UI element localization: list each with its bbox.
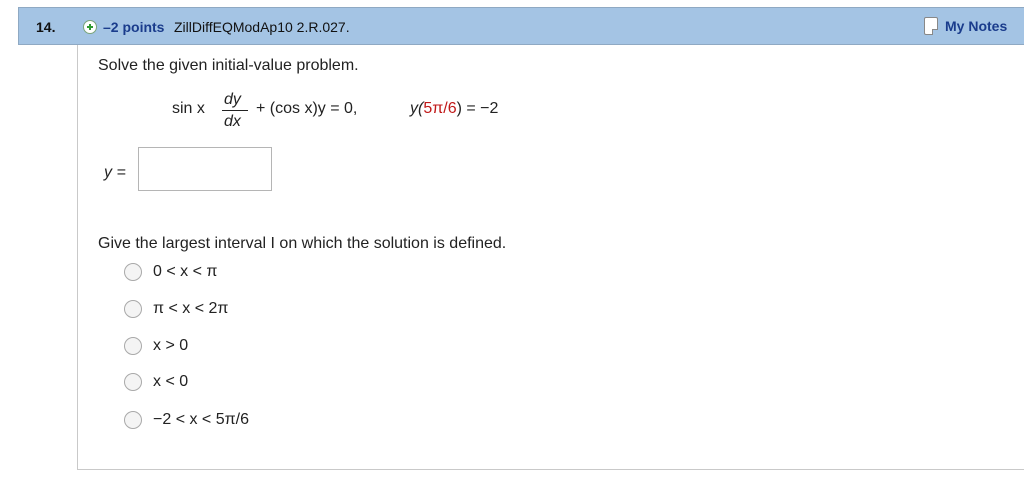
radio-button[interactable]: [124, 373, 142, 391]
question-prompt: Solve the given initial-value problem.: [98, 57, 359, 74]
question-header: 14. –2 points ZillDiffEQModAp10 2.R.027.…: [18, 7, 1024, 45]
interval-option[interactable]: x < 0: [124, 372, 188, 392]
radio-button[interactable]: [124, 337, 142, 355]
option-label: −2 < x < 5π/6: [153, 411, 249, 428]
interval-option[interactable]: π < x < 2π: [124, 299, 228, 319]
fraction-numerator: dy: [224, 91, 241, 108]
question-panel: [77, 45, 1024, 470]
option-label: x < 0: [153, 373, 189, 390]
my-notes-label: My Notes: [945, 18, 1008, 34]
fraction-denominator: dx: [224, 113, 241, 130]
answer-input[interactable]: [138, 147, 272, 191]
interval-option[interactable]: x > 0: [124, 336, 188, 356]
initial-condition-end: ) = −2: [456, 100, 499, 117]
equation-middle: + (cos x)y = 0,: [256, 100, 358, 117]
initial-condition-start: y(: [410, 100, 424, 117]
answer-label: y =: [104, 164, 126, 181]
initial-condition-value: 5π/6: [423, 100, 457, 117]
notes-page-icon: [924, 17, 938, 35]
interval-option[interactable]: 0 < x < π: [124, 262, 217, 282]
option-label: x > 0: [153, 337, 189, 354]
fraction-bar: [222, 110, 248, 111]
question-number: 14.: [36, 19, 56, 35]
option-label: 0 < x < π: [153, 263, 218, 280]
interval-prompt: Give the largest interval I on which the…: [98, 235, 507, 252]
initial-condition: y(5π/6) = −2: [410, 100, 498, 118]
points-label: –2 points: [103, 19, 165, 35]
radio-button[interactable]: [124, 263, 142, 281]
option-label: π < x < 2π: [153, 300, 229, 317]
radio-button[interactable]: [124, 411, 142, 429]
plus-circle-icon[interactable]: [83, 20, 97, 34]
radio-button[interactable]: [124, 300, 142, 318]
question-source: ZillDiffEQModAp10 2.R.027.: [174, 19, 350, 35]
interval-option[interactable]: −2 < x < 5π/6: [124, 410, 249, 430]
my-notes-button[interactable]: My Notes: [924, 15, 1007, 37]
equation-lhs-prefix: sin x: [172, 100, 205, 117]
